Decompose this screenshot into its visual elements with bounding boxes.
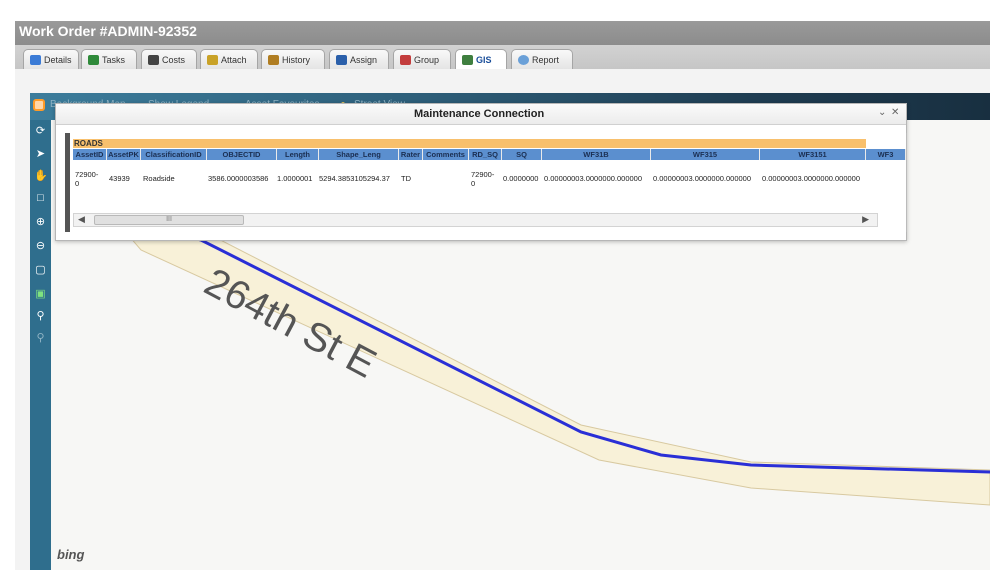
layer-name: ROADS	[73, 139, 866, 148]
costs-icon	[148, 54, 159, 65]
tab-report[interactable]: Report	[511, 49, 573, 69]
tab-label: Costs	[162, 54, 186, 65]
pan-icon[interactable]: ✋	[34, 170, 48, 183]
cell-shape-leng[interactable]: 5294.3853105294.37	[319, 174, 390, 183]
scroll-right-icon[interactable]: ▶	[862, 214, 869, 225]
column-header[interactable]: RD_SQ	[469, 149, 502, 160]
column-header[interactable]: AssetPK	[107, 149, 141, 160]
measure-icon[interactable]: ⚲	[34, 332, 47, 345]
map-tool-column: ⟳ ➤ ✋ □ ⊕ ⊖ ▢ ▣ ⚲ ⚲	[30, 120, 51, 570]
column-header[interactable]: WF315	[651, 149, 760, 160]
tab-label: History	[282, 54, 311, 65]
column-header[interactable]: WF3	[866, 149, 906, 160]
cell-wf315[interactable]: 0.00000003.0000000.000000	[653, 174, 751, 183]
pointer-icon[interactable]: ➤	[34, 148, 47, 161]
column-header[interactable]: ClassificationID	[141, 149, 207, 160]
full-extent-icon[interactable]: ▢	[34, 264, 47, 277]
column-header[interactable]: SQ	[502, 149, 542, 160]
column-header[interactable]: WF3151	[760, 149, 866, 160]
scroll-left-icon[interactable]: ◀	[78, 214, 85, 225]
zoom-in-icon[interactable]: ⊕	[34, 216, 47, 229]
tab-costs[interactable]: Costs	[141, 49, 197, 69]
tab-tasks[interactable]: Tasks	[81, 49, 137, 69]
collapse-icon[interactable]: ⌄	[878, 107, 886, 118]
history-icon	[268, 54, 279, 65]
maintenance-connection-dialog: Maintenance Connection ⌄ ✕ ROADS AssetID…	[55, 103, 907, 241]
attribute-grid: ROADS AssetID AssetPK ClassificationID O…	[65, 133, 907, 232]
column-header[interactable]: WF31B	[542, 149, 651, 160]
column-header[interactable]: AssetID	[73, 149, 107, 160]
column-header[interactable]: Rater	[399, 149, 423, 160]
bing-logo: bing	[57, 547, 85, 562]
window-title: Work Order #ADMIN-92352	[19, 23, 197, 39]
zoom-out-icon[interactable]: ⊖	[34, 240, 47, 253]
tab-label: Report	[532, 54, 560, 65]
cell-assetid[interactable]: 72900-0	[75, 170, 99, 188]
cell-rater[interactable]: TD	[401, 174, 411, 183]
group-icon	[400, 54, 411, 65]
cell-sq[interactable]: 0.0000000	[503, 174, 538, 183]
tab-assign[interactable]: Assign	[329, 49, 389, 69]
dialog-titlebar[interactable]: Maintenance Connection ⌄ ✕	[56, 104, 906, 125]
window-titlebar: Work Order #ADMIN-92352	[15, 21, 990, 45]
background-map-icon[interactable]	[33, 99, 45, 111]
report-icon	[518, 54, 529, 65]
tab-label: Group	[414, 54, 440, 65]
identify-icon[interactable]: ▣	[34, 288, 47, 301]
column-header[interactable]: Comments	[423, 149, 469, 160]
gis-icon	[462, 54, 473, 65]
column-header[interactable]: Shape_Leng	[319, 149, 399, 160]
dialog-title: Maintenance Connection	[414, 108, 545, 120]
road-buffer	[109, 214, 990, 506]
refresh-icon[interactable]: ⟳	[34, 125, 47, 138]
tab-label: Details	[44, 54, 72, 65]
tab-attach[interactable]: Attach	[200, 49, 258, 69]
column-header[interactable]: OBJECTID	[207, 149, 277, 160]
column-header[interactable]: Length	[277, 149, 319, 160]
tab-group[interactable]: Group	[393, 49, 451, 69]
tab-history[interactable]: History	[261, 49, 325, 69]
tab-label: Attach	[221, 54, 247, 65]
tab-gis[interactable]: GIS	[455, 49, 507, 69]
tab-label: Assign	[350, 54, 378, 65]
cell-length[interactable]: 1.0000001	[277, 174, 312, 183]
horizontal-scrollbar[interactable]: ◀ III ▶	[73, 213, 878, 227]
zoom-box-icon[interactable]: □	[34, 192, 47, 205]
attach-icon	[207, 54, 218, 65]
tasks-icon	[88, 54, 99, 65]
assign-icon	[336, 54, 347, 65]
tab-label: Tasks	[102, 54, 126, 65]
tab-strip: Details Tasks Costs Attach History Assig…	[15, 45, 990, 69]
scroll-thumb[interactable]: III	[94, 215, 244, 225]
cell-wf3151[interactable]: 0.00000003.0000000.000000	[762, 174, 860, 183]
close-icon[interactable]: ✕	[891, 107, 899, 118]
cell-wf31b[interactable]: 0.00000003.0000000.000000	[544, 174, 642, 183]
cell-objectid[interactable]: 3586.0000003586	[208, 174, 268, 183]
tab-label: GIS	[476, 54, 492, 65]
tab-details[interactable]: Details	[23, 49, 79, 69]
search-icon[interactable]: ⚲	[34, 310, 47, 323]
cell-rd-sq[interactable]: 72900-0	[471, 170, 495, 188]
cell-classificationid[interactable]: Roadside	[143, 174, 175, 183]
cell-assetpk[interactable]: 43939	[109, 174, 130, 183]
details-icon	[30, 54, 41, 65]
